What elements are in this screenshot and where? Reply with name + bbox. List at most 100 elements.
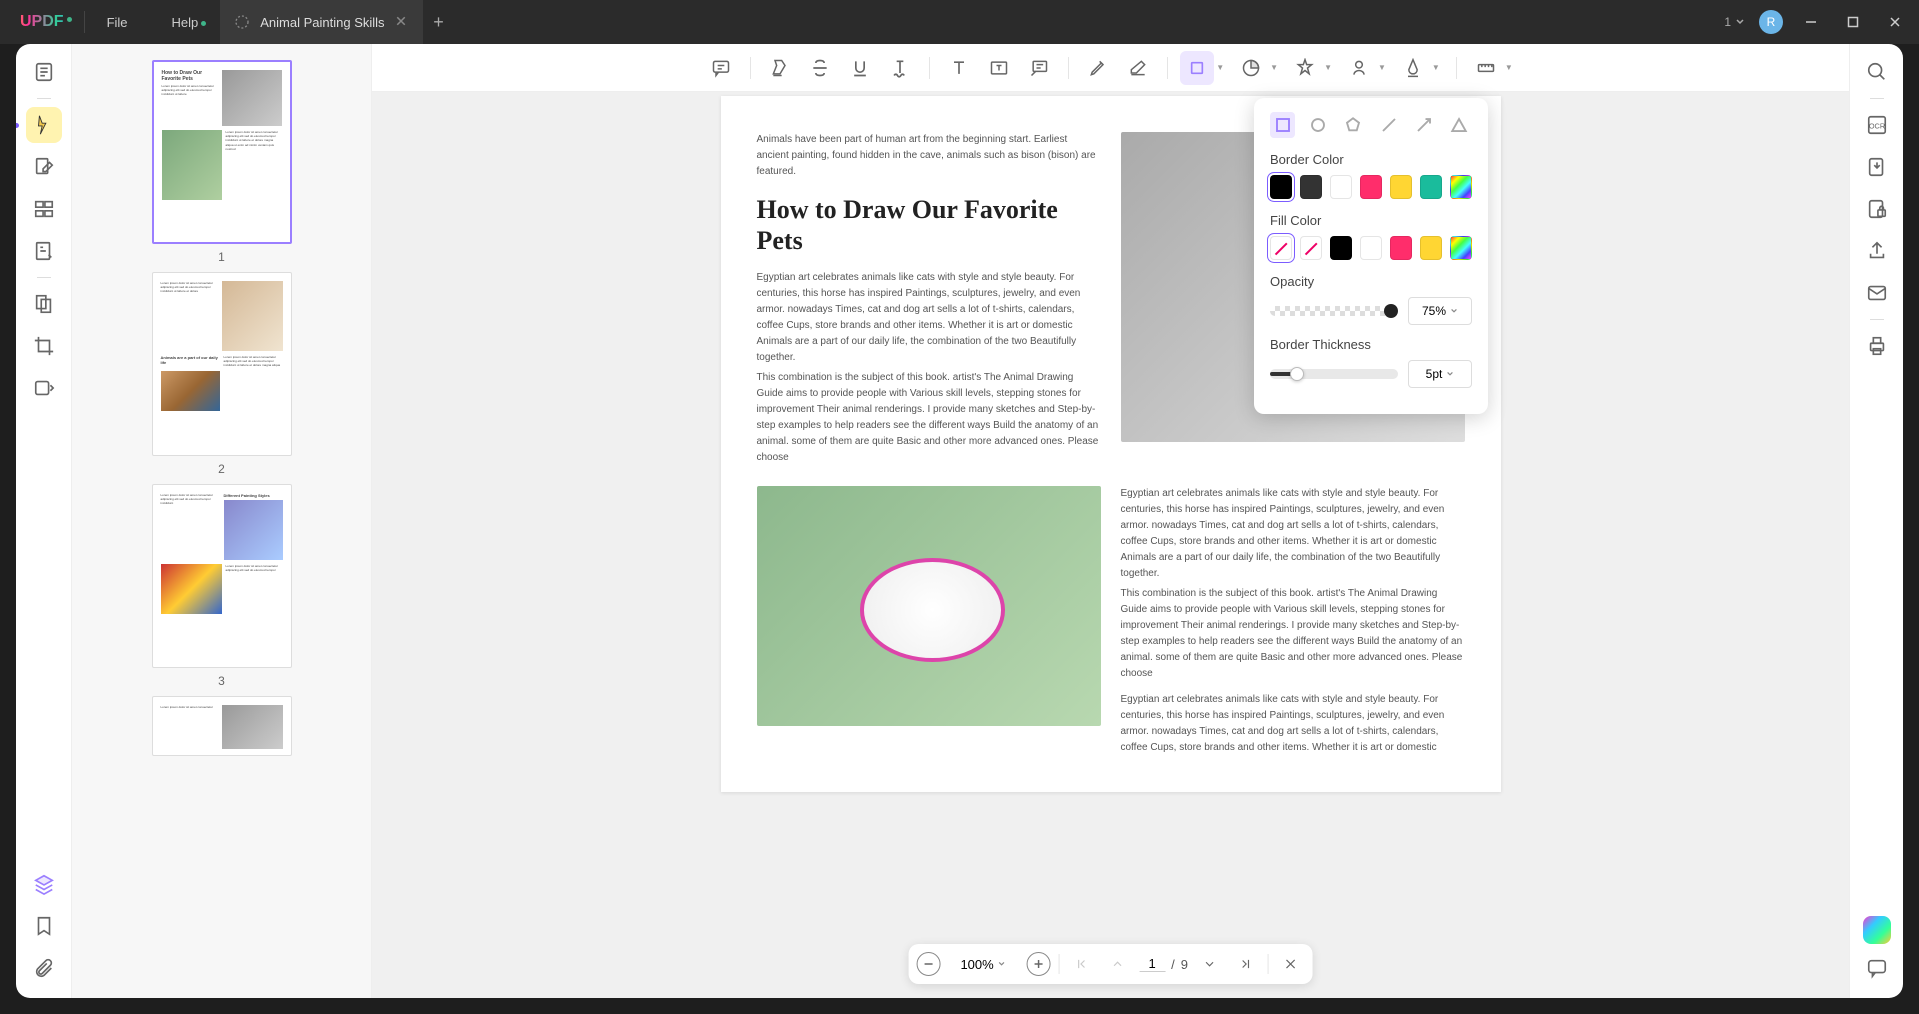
color-swatch-yellow[interactable] bbox=[1420, 236, 1442, 260]
thickness-slider[interactable] bbox=[1270, 369, 1398, 379]
page-tools-button[interactable] bbox=[26, 286, 62, 322]
chevron-down-icon[interactable]: ▼ bbox=[1216, 63, 1224, 72]
page-number-input[interactable] bbox=[1139, 956, 1165, 972]
user-avatar[interactable]: R bbox=[1759, 10, 1783, 34]
shape-tool[interactable] bbox=[1180, 51, 1214, 85]
color-swatch-white[interactable] bbox=[1360, 236, 1382, 260]
chevron-down-icon[interactable]: ▼ bbox=[1378, 63, 1386, 72]
chat-button[interactable] bbox=[1859, 950, 1895, 986]
titlebar-dropdown[interactable]: 1 bbox=[1724, 15, 1745, 29]
color-swatch-black[interactable] bbox=[1330, 236, 1352, 260]
highlight-tool[interactable] bbox=[763, 51, 797, 85]
close-window-button[interactable] bbox=[1881, 8, 1909, 36]
shape-line[interactable] bbox=[1376, 112, 1401, 138]
thumbnail-page-4[interactable]: Lorem ipsum dolor sit amet consectetur bbox=[152, 696, 292, 756]
comment-tool[interactable] bbox=[704, 51, 738, 85]
border-color-label: Border Color bbox=[1270, 152, 1472, 167]
pencil-tool[interactable] bbox=[1081, 51, 1115, 85]
opacity-slider[interactable] bbox=[1270, 306, 1398, 316]
print-button[interactable] bbox=[1859, 328, 1895, 364]
document-tab[interactable]: Animal Painting Skills bbox=[220, 0, 422, 44]
menu-help[interactable]: Help bbox=[150, 15, 221, 30]
maximize-button[interactable] bbox=[1839, 8, 1867, 36]
ocr-button[interactable]: OCR bbox=[1859, 107, 1895, 143]
shape-polygon[interactable] bbox=[1341, 112, 1366, 138]
stamp-tool[interactable] bbox=[1288, 51, 1322, 85]
signature-tool[interactable] bbox=[1342, 51, 1376, 85]
ink-signature-tool[interactable] bbox=[1396, 51, 1430, 85]
layers-button[interactable] bbox=[26, 866, 62, 902]
redact-button[interactable] bbox=[26, 370, 62, 406]
form-mode-button[interactable] bbox=[26, 233, 62, 269]
thumbnail-item[interactable]: How to Draw Our Favorite Pets Lorem ipsu… bbox=[152, 60, 292, 264]
thumbnail-page-1[interactable]: How to Draw Our Favorite Pets Lorem ipsu… bbox=[152, 60, 292, 244]
thumbnail-number: 2 bbox=[218, 462, 225, 476]
textbox-tool[interactable] bbox=[982, 51, 1016, 85]
squiggly-tool[interactable] bbox=[883, 51, 917, 85]
new-tab-button[interactable]: + bbox=[423, 12, 455, 33]
zoom-out-button[interactable] bbox=[916, 952, 940, 976]
opacity-select[interactable]: 75% bbox=[1408, 297, 1472, 325]
prev-page-button[interactable] bbox=[1103, 950, 1131, 978]
shape-rectangle[interactable] bbox=[1270, 112, 1295, 138]
attachments-button[interactable] bbox=[26, 950, 62, 986]
zoom-in-button[interactable] bbox=[1026, 952, 1050, 976]
thumbnail-page-3[interactable]: Lorem ipsum dolor sit amet consectetur a… bbox=[152, 484, 292, 668]
crop-button[interactable] bbox=[26, 328, 62, 364]
minimize-button[interactable] bbox=[1797, 8, 1825, 36]
first-page-button[interactable] bbox=[1067, 950, 1095, 978]
chevron-down-icon[interactable]: ▼ bbox=[1270, 63, 1278, 72]
shape-circle[interactable] bbox=[1305, 112, 1330, 138]
thickness-select[interactable]: 5pt bbox=[1408, 360, 1472, 388]
close-nav-button[interactable] bbox=[1277, 950, 1305, 978]
thumbnail-item[interactable]: Lorem ipsum dolor sit amet consectetur bbox=[152, 696, 292, 756]
thumbnail-item[interactable]: Lorem ipsum dolor sit amet consectetur a… bbox=[152, 272, 292, 476]
color-swatch-darkgray[interactable] bbox=[1300, 175, 1322, 199]
convert-button[interactable] bbox=[1859, 149, 1895, 185]
color-swatch-black[interactable] bbox=[1270, 175, 1292, 199]
app-logo: UPDF bbox=[0, 13, 84, 31]
last-page-button[interactable] bbox=[1232, 950, 1260, 978]
strikethrough-tool[interactable] bbox=[803, 51, 837, 85]
color-swatch-pink[interactable] bbox=[1390, 236, 1412, 260]
underline-tool[interactable] bbox=[843, 51, 877, 85]
document-canvas[interactable]: ▼ ▼ ▼ ▼ ▼ ▼ Animals have been part of hu… bbox=[372, 44, 1849, 998]
organize-mode-button[interactable] bbox=[26, 191, 62, 227]
menu-file[interactable]: File bbox=[85, 15, 150, 30]
sticker-tool[interactable] bbox=[1234, 51, 1268, 85]
protect-button[interactable] bbox=[1859, 191, 1895, 227]
color-swatch-white[interactable] bbox=[1330, 175, 1352, 199]
color-swatch-pink[interactable] bbox=[1360, 175, 1382, 199]
color-swatch-custom[interactable] bbox=[1450, 175, 1472, 199]
search-button[interactable] bbox=[1859, 54, 1895, 90]
bookmarks-button[interactable] bbox=[26, 908, 62, 944]
zoom-select[interactable]: 100% bbox=[948, 957, 1018, 972]
color-swatch-yellow[interactable] bbox=[1390, 175, 1412, 199]
color-swatch-none[interactable] bbox=[1270, 236, 1292, 260]
callout-tool[interactable] bbox=[1022, 51, 1056, 85]
divider bbox=[37, 98, 51, 99]
email-button[interactable] bbox=[1859, 275, 1895, 311]
color-swatch-teal[interactable] bbox=[1420, 175, 1442, 199]
reader-mode-button[interactable] bbox=[26, 54, 62, 90]
text-tool[interactable] bbox=[942, 51, 976, 85]
next-page-button[interactable] bbox=[1196, 950, 1224, 978]
eraser-tool[interactable] bbox=[1121, 51, 1155, 85]
color-swatch-custom[interactable] bbox=[1450, 236, 1472, 260]
left-rail bbox=[16, 44, 72, 998]
tab-close-button[interactable] bbox=[395, 15, 409, 29]
comment-mode-button[interactable] bbox=[26, 107, 62, 143]
shape-arrow[interactable] bbox=[1411, 112, 1436, 138]
thumbnail-page-2[interactable]: Lorem ipsum dolor sit amet consectetur a… bbox=[152, 272, 292, 456]
share-button[interactable] bbox=[1859, 233, 1895, 269]
chevron-down-icon[interactable]: ▼ bbox=[1324, 63, 1332, 72]
color-swatch-none-2[interactable] bbox=[1300, 236, 1322, 260]
chevron-down-icon[interactable]: ▼ bbox=[1505, 63, 1513, 72]
thumbnail-item[interactable]: Lorem ipsum dolor sit amet consectetur a… bbox=[152, 484, 292, 688]
chevron-down-icon[interactable]: ▼ bbox=[1432, 63, 1440, 72]
shape-triangle[interactable] bbox=[1447, 112, 1472, 138]
ai-assistant-button[interactable] bbox=[1863, 916, 1891, 944]
measure-tool[interactable] bbox=[1469, 51, 1503, 85]
edit-mode-button[interactable] bbox=[26, 149, 62, 185]
main-area: How to Draw Our Favorite Pets Lorem ipsu… bbox=[16, 44, 1903, 998]
